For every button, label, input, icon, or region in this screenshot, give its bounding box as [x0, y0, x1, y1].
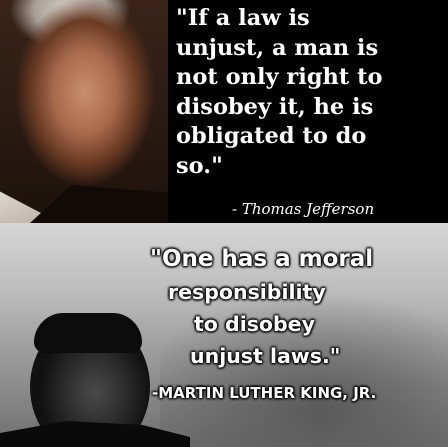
- quote-line: disobey it, he is: [176, 93, 374, 120]
- quote-line: unjust, a man is: [176, 34, 379, 61]
- king-panel: "One has a moral responsibility to disob…: [0, 223, 448, 447]
- jefferson-attribution: - Thomas Jefferson: [232, 200, 375, 218]
- portrait-suit: [0, 421, 190, 447]
- quote-line: unjust laws.": [190, 344, 341, 368]
- quote-line: so.": [176, 152, 223, 179]
- quote-line: obligated to do: [176, 123, 367, 149]
- quote-line: responsibility: [168, 280, 326, 304]
- jefferson-portrait: [0, 0, 168, 223]
- quote-line: "One has a moral: [150, 246, 374, 272]
- portrait-coat: [30, 185, 168, 223]
- quote-line: to disobey: [194, 312, 315, 336]
- quote-line: not only right to: [176, 64, 383, 90]
- king-portrait: [0, 309, 190, 447]
- quote-meme: "If a law is unjust, a man is not only r…: [0, 0, 448, 447]
- jefferson-panel: "If a law is unjust, a man is not only r…: [0, 0, 448, 223]
- jefferson-quote: "If a law is unjust, a man is not only r…: [176, 4, 444, 181]
- quote-line: "If a law is: [176, 5, 310, 31]
- portrait-hair: [34, 313, 142, 353]
- king-attribution: -MARTIN LUTHER KING, JR.: [152, 384, 377, 402]
